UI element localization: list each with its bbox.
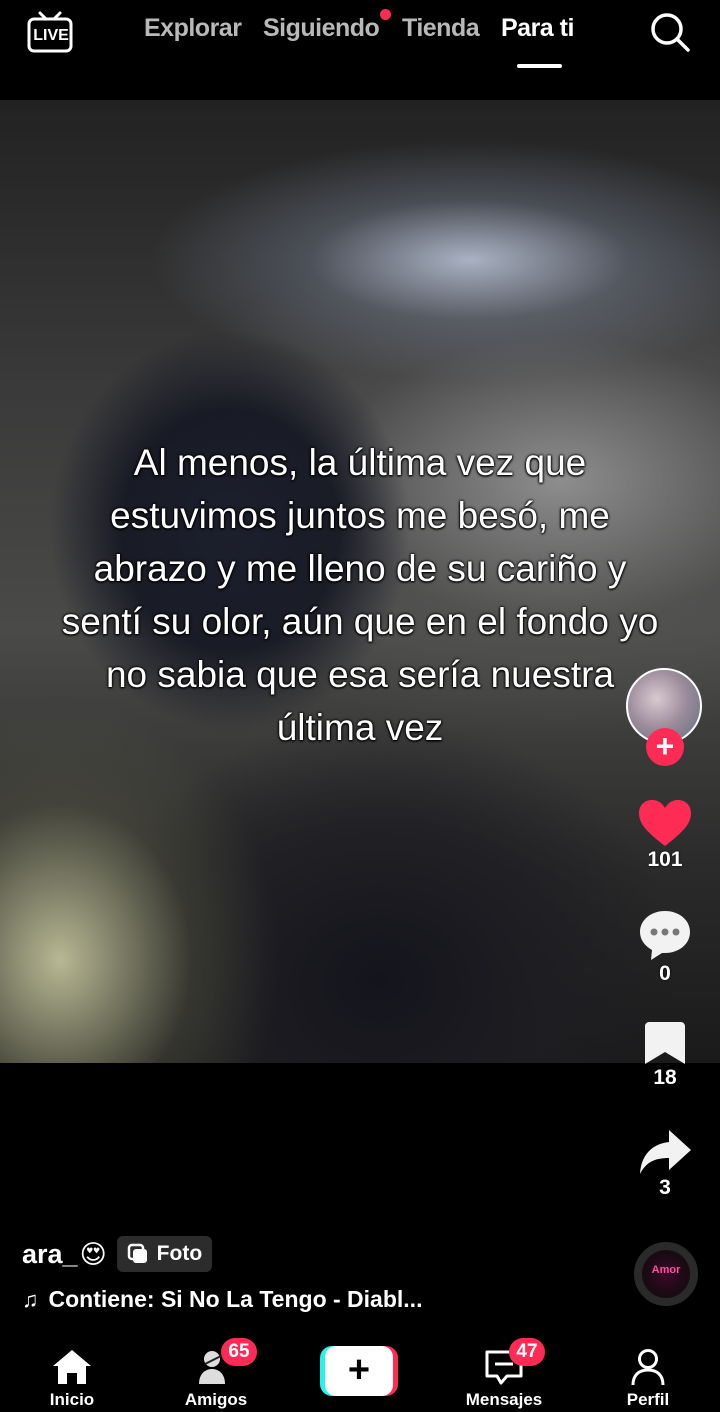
amigos-badge: 65 [221,1338,257,1366]
comment-button[interactable]: 0 [622,908,708,986]
author-username[interactable]: ara_ [22,1239,78,1270]
siguiendo-notification-dot [380,9,391,20]
tab-para-ti[interactable]: Para ti [501,14,574,43]
nav-inicio-label: Inicio [49,1390,95,1409]
like-button[interactable]: 101 [622,798,708,872]
tab-siguiendo[interactable]: Siguiendo [263,14,380,43]
search-icon [651,13,690,52]
top-bar: LIVE Explorar Siguiendo Tienda Para ti [0,0,720,100]
creator-avatar-button[interactable]: + [626,668,704,766]
follow-button[interactable]: + [646,728,684,766]
nav-inicio[interactable]: Inicio [17,1348,127,1410]
search-button[interactable] [648,10,692,54]
save-count: 18 [653,1066,677,1089]
home-icon [53,1350,91,1384]
music-disc-button[interactable]: Amor [634,1242,698,1306]
photo-stack-icon [127,1243,147,1263]
music-info[interactable]: ♫ Contiene: Si No La Tengo - Diabl... [22,1286,422,1313]
video-player[interactable]: Al menos, la última vez que estuvimos ju… [0,100,720,1063]
live-button[interactable]: LIVE [26,10,76,54]
nav-perfil-label: Perfil [626,1390,670,1409]
create-button[interactable]: + [320,1346,398,1396]
heart-icon [639,800,691,846]
post-author-row: ara_ 😍 Foto [22,1234,213,1274]
active-tab-indicator [517,64,562,68]
photo-type-badge: Foto [116,1236,213,1272]
share-arrow-icon [640,1130,691,1174]
live-label: LIVE [33,27,69,44]
nav-amigos-label: Amigos [184,1390,248,1409]
comment-icon [640,911,690,960]
nav-mensajes[interactable]: Mensajes 47 [449,1338,559,1410]
save-button[interactable]: 18 [622,1020,708,1090]
music-note-icon: ♫ [22,1286,39,1312]
music-disc-label: Amor [651,1264,681,1276]
share-count: 3 [659,1176,671,1199]
comment-count: 0 [659,962,671,985]
create-plus-icon: + [325,1346,393,1396]
nav-perfil[interactable]: Perfil [593,1348,703,1410]
tab-explorar[interactable]: Explorar [144,14,242,43]
nav-amigos[interactable]: Amigos 65 [161,1338,271,1410]
share-button[interactable]: 3 [622,1128,708,1200]
nav-mensajes-label: Mensajes [465,1390,543,1409]
like-count: 101 [647,848,683,871]
photo-badge-label: Foto [156,1242,203,1265]
music-title: Contiene: Si No La Tengo - Diabl... [48,1286,423,1312]
bookmark-icon [645,1022,685,1064]
bottom-navigation: Inicio Amigos 65 + Mensajes 47 Perfil [0,1330,720,1412]
tab-tienda[interactable]: Tienda [402,14,480,43]
username-emoji: 😍 [79,1238,107,1269]
mensajes-badge: 47 [509,1338,545,1366]
profile-icon [631,1349,665,1386]
video-caption-overlay: Al menos, la última vez que estuvimos ju… [61,442,659,748]
